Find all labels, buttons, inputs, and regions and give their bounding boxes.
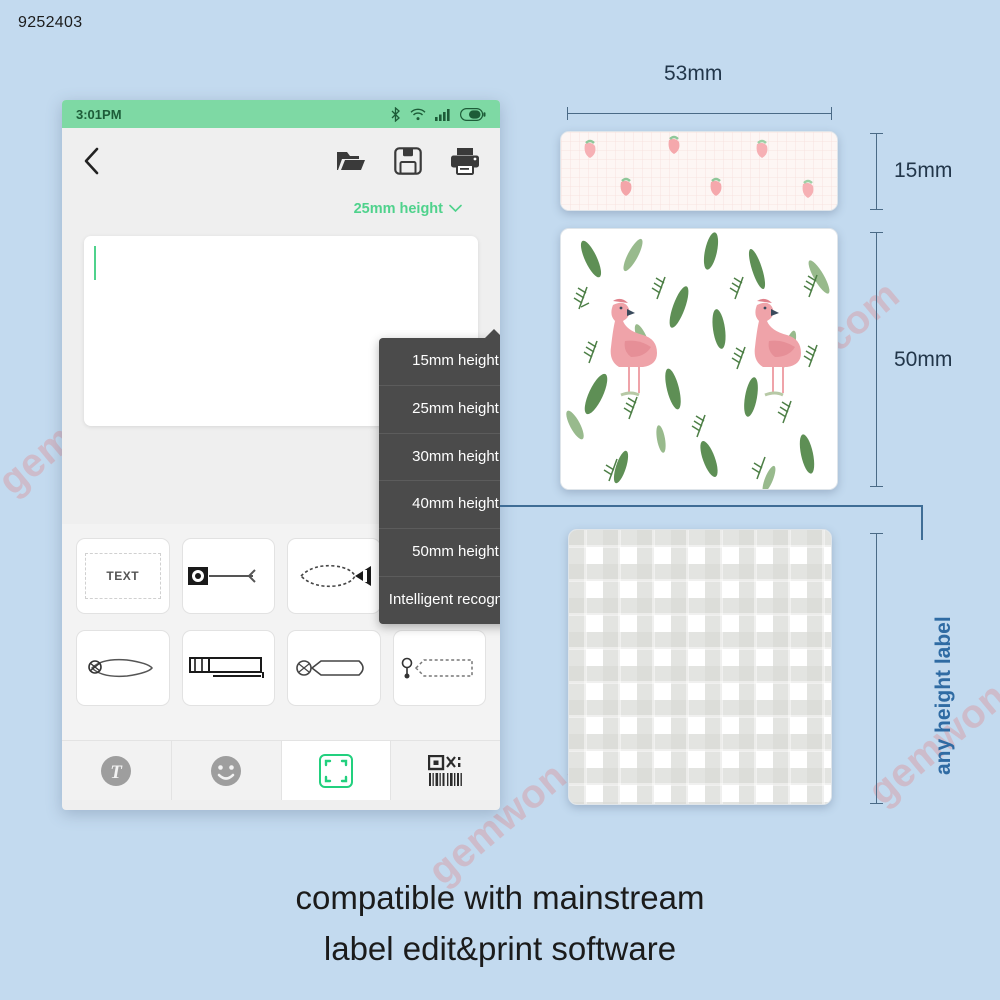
dimension-any-height-line xyxy=(876,533,877,803)
emoji-icon xyxy=(209,754,243,788)
wifi-icon xyxy=(410,108,426,121)
tag-oval-icon xyxy=(87,658,153,678)
dropdown-item-40mm[interactable]: 40mm height xyxy=(379,481,500,529)
dimension-15mm-cap-bottom xyxy=(870,209,883,210)
bottom-tab-bar: T xyxy=(62,740,500,800)
tag-round-icon xyxy=(188,567,256,585)
dimension-width-text: 53mm xyxy=(664,62,723,85)
template-tag-7[interactable] xyxy=(287,630,381,706)
label-strawberry xyxy=(560,131,838,211)
bluetooth-icon xyxy=(390,106,401,122)
tab-text[interactable]: T xyxy=(62,741,172,800)
dimension-15mm-line xyxy=(876,133,877,209)
label-plaid xyxy=(568,529,832,805)
label-flamingo xyxy=(560,228,838,490)
caption-line-1: compatible with mainstream xyxy=(295,879,705,916)
dimension-50mm-line xyxy=(876,232,877,486)
signal-icon xyxy=(435,108,451,121)
text-tool-icon: T xyxy=(99,754,133,788)
dimension-any-height-cap-bottom xyxy=(870,803,883,804)
height-selector-row: 25mm height xyxy=(62,194,500,224)
template-text-label: TEXT xyxy=(84,553,161,599)
label-strawberry-art xyxy=(561,132,837,210)
tab-frame[interactable] xyxy=(281,741,392,800)
template-text[interactable]: TEXT xyxy=(76,538,170,614)
dimension-15mm-cap-top xyxy=(870,133,883,134)
save-icon[interactable] xyxy=(394,147,422,175)
dimension-width-cap-right xyxy=(831,107,832,120)
app-toolbar xyxy=(62,128,500,194)
connector-vertical xyxy=(921,505,923,540)
tag-box-icon xyxy=(189,657,265,678)
tag-dashed-icon xyxy=(299,564,371,588)
dimension-50mm-text: 50mm xyxy=(894,348,953,371)
height-selector[interactable]: 25mm height xyxy=(354,201,462,217)
tab-emoji[interactable] xyxy=(172,741,282,800)
template-tag-2[interactable] xyxy=(181,538,275,614)
caption-line-2: label edit&print software xyxy=(323,930,677,968)
tab-barcode[interactable] xyxy=(391,741,500,800)
tag-pill-icon xyxy=(295,660,364,676)
frame-crop-icon xyxy=(318,753,354,789)
product-code: 9252403 xyxy=(18,14,83,31)
barcode-qr-icon xyxy=(427,754,464,787)
template-tag-5[interactable] xyxy=(76,630,170,706)
dropdown-item-15mm[interactable]: 15mm height xyxy=(379,338,500,386)
caption: compatible with mainstream label edit&pr… xyxy=(0,872,1000,974)
dropdown-item-30mm[interactable]: 30mm height xyxy=(379,434,500,482)
label-plaid-art xyxy=(569,530,831,804)
dropdown-item-intelligent-recognize[interactable]: Intelligent recognize xyxy=(379,577,500,624)
dimension-50mm-cap-bottom xyxy=(870,486,883,487)
open-folder-icon[interactable] xyxy=(336,148,366,174)
template-tag-8[interactable] xyxy=(392,630,486,706)
phone-mockup: 3:01PM 25mm height TEXT T 15mm height 25… xyxy=(62,100,500,810)
watermark: gemwon.com xyxy=(860,612,1000,814)
print-icon[interactable] xyxy=(450,147,480,175)
status-bar: 3:01PM xyxy=(62,100,500,128)
battery-icon xyxy=(460,107,486,121)
template-tag-6[interactable] xyxy=(181,630,275,706)
text-cursor xyxy=(94,246,96,280)
dropdown-item-25mm[interactable]: 25mm height xyxy=(379,386,500,434)
height-selector-label: 25mm height xyxy=(353,201,443,217)
dropdown-item-50mm[interactable]: 50mm height xyxy=(379,529,500,577)
back-icon[interactable] xyxy=(82,146,102,176)
connector-horizontal xyxy=(500,505,923,507)
dimension-width-line xyxy=(567,113,832,114)
tag-hook-icon xyxy=(401,657,473,679)
label-flamingo-art xyxy=(561,229,837,489)
dimension-50mm-cap-top xyxy=(870,232,883,233)
svg-text:T: T xyxy=(111,762,124,783)
height-dropdown-menu[interactable]: 15mm height 25mm height 30mm height 40mm… xyxy=(379,329,500,624)
dimension-any-height-text: any height label xyxy=(932,616,955,775)
dimension-15mm-text: 15mm xyxy=(894,159,953,182)
page-root: gemwon.com gemwon.com gemwon.com gemwon.… xyxy=(0,0,1000,1000)
dimension-width-cap-left xyxy=(567,107,568,120)
template-tag-3[interactable] xyxy=(287,538,381,614)
status-bar-time: 3:01PM xyxy=(76,106,122,122)
dropdown-pointer xyxy=(484,329,500,339)
dimension-any-height-cap-top xyxy=(870,533,883,534)
chevron-down-icon xyxy=(449,201,462,217)
